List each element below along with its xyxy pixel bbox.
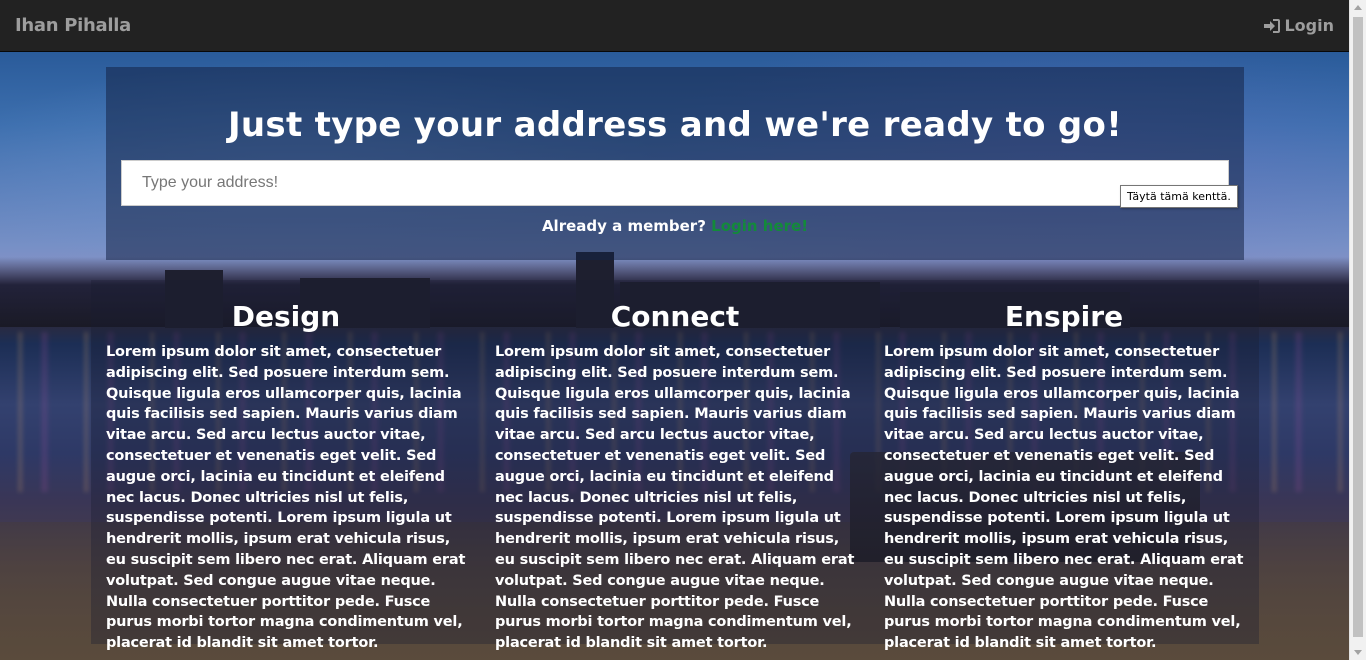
top-navbar: Ihan Pihalla Login [0,0,1366,52]
feature-connect: Connect Lorem ipsum dolor sit amet, cons… [495,300,855,654]
feature-text: Lorem ipsum dolor sit amet, consectetuer… [106,344,466,652]
feature-enspire: Enspire Lorem ipsum dolor sit amet, cons… [884,300,1244,654]
vertical-scrollbar[interactable] [1349,0,1366,660]
scroll-down-arrow-icon[interactable] [1354,650,1362,655]
member-text: Already a member? [541,217,706,235]
scrollbar-thumb[interactable] [1353,17,1363,637]
features-section: Design Lorem ipsum dolor sit amet, conse… [91,280,1259,651]
scroll-up-arrow-icon[interactable] [1354,5,1362,10]
hero-panel: Just type your address and we're ready t… [106,67,1244,260]
member-line: Already a member? Login here! [106,217,1244,235]
login-here-link[interactable]: Login here! [711,217,808,235]
feature-text: Lorem ipsum dolor sit amet, consectetuer… [884,344,1244,652]
feature-title: Design [231,300,341,333]
sign-in-icon [1264,18,1281,33]
feature-title: Connect [610,300,740,333]
hero-heading: Just type your address and we're ready t… [227,105,1123,145]
feature-text: Lorem ipsum dolor sit amet, consectetuer… [495,344,855,652]
feature-design: Design Lorem ipsum dolor sit amet, conse… [106,300,466,654]
validation-tooltip: Täytä tämä kenttä. [1120,185,1238,208]
login-nav-link[interactable]: Login [1263,16,1334,35]
login-nav-label: Login [1284,16,1334,35]
feature-title: Enspire [1004,300,1124,333]
brand-logo[interactable]: Ihan Pihalla [15,15,131,36]
address-input[interactable] [121,160,1229,206]
